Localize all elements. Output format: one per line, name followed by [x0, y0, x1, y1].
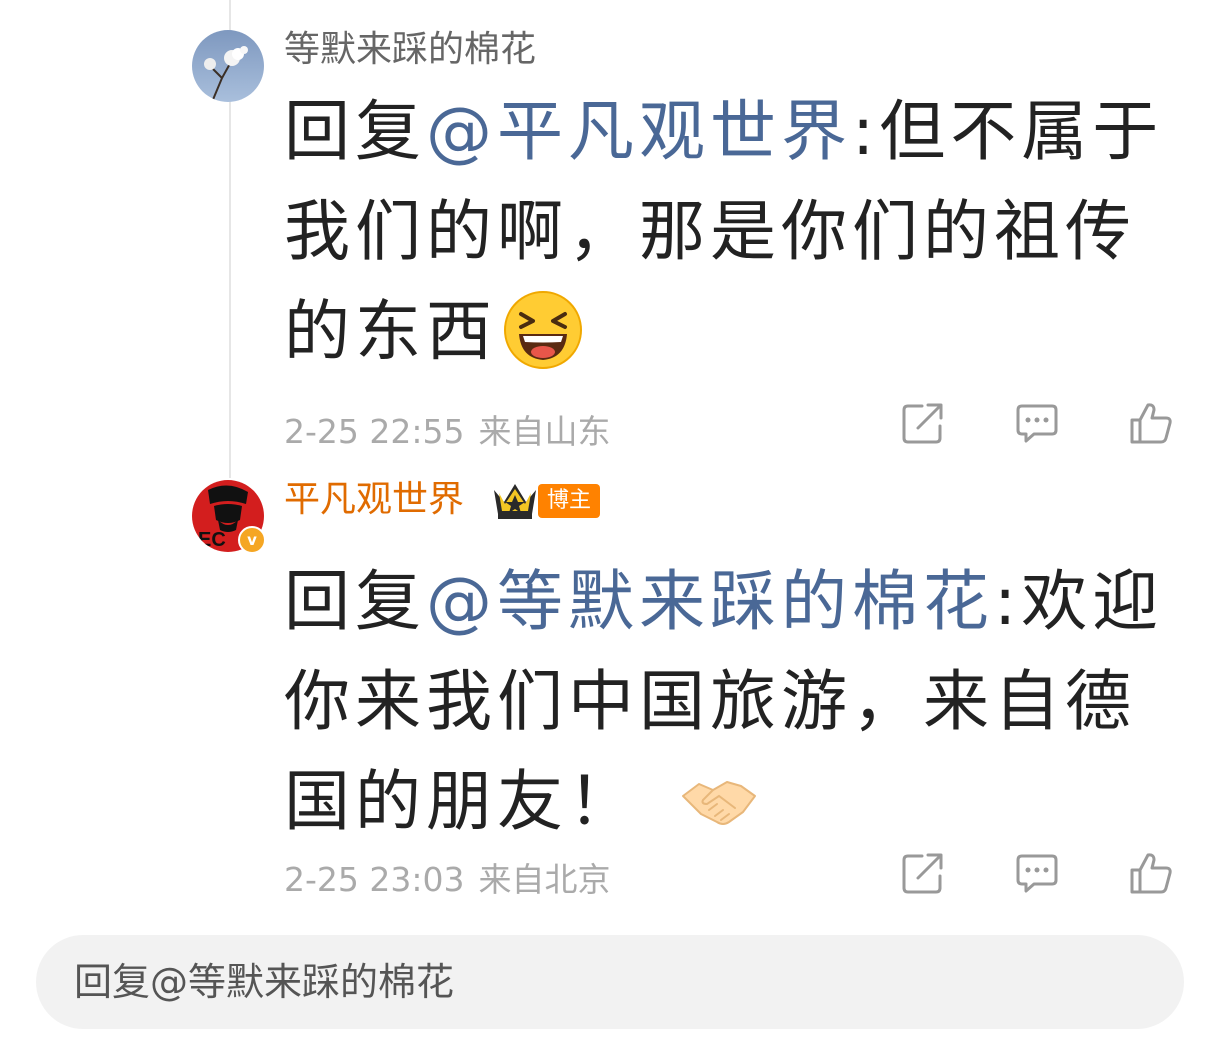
- comment-meta: 2-25 23:03 来自北京: [284, 860, 625, 900]
- reply-button[interactable]: [1014, 400, 1060, 446]
- reply-prefix: 回复: [284, 93, 426, 170]
- comment-location: 来自山东: [478, 412, 611, 451]
- comment-icon: [1016, 854, 1058, 893]
- share-icon: [902, 403, 943, 444]
- comment-meta: 2-25 22:55 来自山东: [284, 412, 625, 452]
- crown-icon: [494, 484, 536, 519]
- thumbs-up-icon: [1130, 853, 1172, 894]
- comment-author[interactable]: 等默来踩的棉花: [284, 28, 536, 72]
- laughing-face-emoji: [504, 290, 582, 369]
- comment-content: 回复@等默来踩的棉花:欢迎你来我们中国旅游，来自德国的朋友！: [284, 552, 1184, 852]
- reply-button[interactable]: [1014, 850, 1060, 896]
- avatar[interactable]: [192, 30, 264, 102]
- mention-link[interactable]: @平凡观世界: [426, 93, 852, 170]
- svg-text:EC: EC: [198, 529, 226, 551]
- comment-icon: [1016, 404, 1058, 443]
- comment-time: 2-25 23:03: [284, 860, 465, 899]
- comment-content: 回复@平凡观世界:但不属于我们的啊，那是你们的祖传的东西: [284, 82, 1184, 382]
- share-button[interactable]: [900, 400, 946, 446]
- share-icon: [902, 853, 943, 894]
- share-button[interactable]: [900, 850, 946, 896]
- thumbs-up-icon: [1130, 403, 1172, 444]
- reply-bar: [36, 935, 1184, 1029]
- reply-prefix: 回复: [284, 563, 426, 640]
- verified-icon: v: [238, 526, 266, 554]
- comment-author[interactable]: 平凡观世界: [284, 478, 464, 522]
- avatar[interactable]: EC v: [192, 480, 266, 554]
- like-button[interactable]: [1128, 850, 1174, 896]
- reply-input[interactable]: [74, 935, 1134, 1029]
- comment-time: 2-25 22:55: [284, 412, 465, 451]
- handshake-emoji: [682, 780, 756, 825]
- blogger-badge: 博主: [538, 484, 601, 518]
- mention-link[interactable]: @等默来踩的棉花: [426, 563, 994, 640]
- like-button[interactable]: [1128, 400, 1174, 446]
- comment-location: 来自北京: [478, 860, 611, 899]
